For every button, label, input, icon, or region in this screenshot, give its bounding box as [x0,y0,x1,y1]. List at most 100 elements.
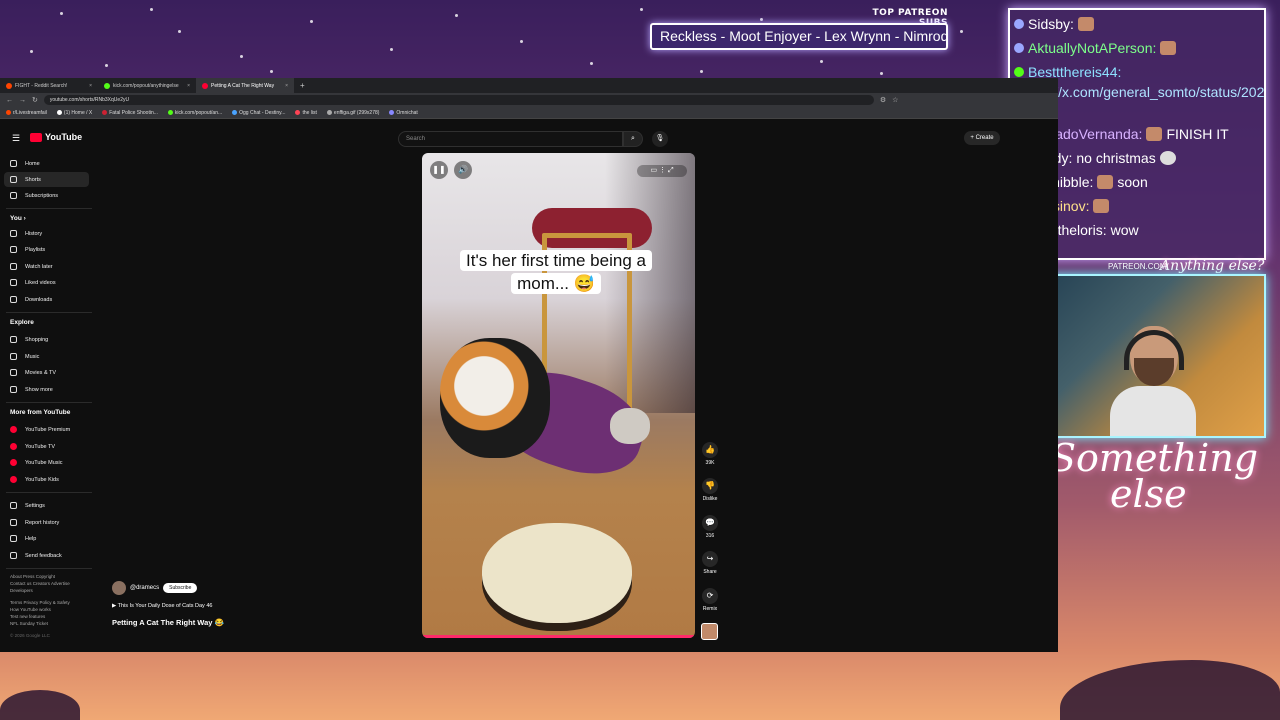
new-tab-button[interactable]: + [294,78,308,93]
comments-button[interactable]: 💬 316 [700,515,720,539]
footer-links[interactable]: Terms Privacy Policy & Safety [10,599,96,606]
menu-icon[interactable]: ☰ [12,133,20,144]
playlist-link[interactable]: ▶ This Is Your Daily Dose of Cats Day 46 [112,603,212,609]
sidebar-item-show-more[interactable]: Show more [4,382,89,397]
tab-label: FIGHT - Reddit Search! [15,82,68,89]
kick-icon [167,110,173,115]
channel-name[interactable]: @dramecs [130,585,159,591]
emote-icon [1159,151,1176,165]
video-options-icons[interactable]: ▭ ⋮ ⤢ [637,165,687,177]
footer-links[interactable]: About Press Copyright [10,573,96,580]
reddit-icon [6,82,12,89]
browser-tab[interactable]: FIGHT - Reddit Search! × [0,78,98,93]
sidebar-item-watch-later[interactable]: Watch later [4,259,89,274]
chat-text: FINISH IT [1166,126,1229,142]
brand-line: else [1110,472,1187,516]
like-count: 39K [705,460,715,466]
browser-tab-active[interactable]: Petting A Cat The Right Way × [196,78,294,93]
sidebar-item-kids[interactable]: YouTube Kids [4,472,89,487]
video-title[interactable]: Petting A Cat The Right Way 😂 [112,618,224,627]
sidebar-item-shorts[interactable]: Shorts [4,172,89,187]
bookmark[interactable]: (1) Home / X [56,110,92,116]
footer-links[interactable]: NFL Sunday Ticket [10,620,96,627]
forward-icon[interactable]: → [19,97,26,104]
star [455,14,458,17]
youtube-kids-icon [10,476,17,483]
sidebar-item-feedback[interactable]: Send feedback [4,548,89,563]
microphone-icon[interactable]: 🎙 [652,131,668,147]
playlists-icon [10,246,17,253]
remix-button[interactable]: ⟳ Remix [700,588,720,612]
shorts-video-player[interactable]: It's her first time being a mom... 😅 ❚❚ … [422,153,695,638]
sidebar-item-music[interactable]: Music [4,349,89,364]
sidebar-item-movies[interactable]: Movies & TV [4,365,89,380]
tab-label: Petting A Cat The Right Way [211,82,275,89]
star-icon[interactable]: ☆ [892,96,898,104]
bookmark-icon [295,110,301,115]
brand-line: Something [1050,436,1259,480]
bookmark[interactable]: Omnichat [389,110,418,116]
sidebar-item-music-app[interactable]: YouTube Music [4,455,89,470]
sidebar-item-help[interactable]: Help [4,531,89,546]
back-icon[interactable]: ← [6,97,13,104]
extension-icon[interactable]: ⚙ [880,96,886,104]
reload-icon[interactable]: ↻ [32,96,38,104]
search-icon[interactable]: ⌕ [623,131,643,147]
close-tab-icon[interactable]: × [285,83,288,89]
sidebar-item-history[interactable]: History [4,226,89,241]
share-button[interactable]: ↪ Share [700,551,720,575]
comment-icon: 💬 [702,515,718,531]
chat-text: no christmas [1076,150,1156,166]
tab-bar: FIGHT - Reddit Search! × kick.com/popout/… [0,78,1058,93]
chat-message: Sidsby: [1014,12,1260,36]
bookmark[interactable]: kick.com/popout/an... [167,110,222,116]
bookmark[interactable]: Ogg Chat - Destiny... [232,110,285,116]
volume-icon[interactable]: 🔊 [454,161,472,179]
sidebar-item-report-history[interactable]: Report history [4,515,89,530]
dislike-button[interactable]: 👎 Dislike [700,478,720,502]
thumbs-up-icon [10,279,17,286]
shorts-icon [10,176,17,183]
sidebar-item-liked-videos[interactable]: Liked videos [4,275,89,290]
footer-links[interactable]: Contact us Creators Advertise [10,580,96,587]
create-button[interactable]: + Create [964,131,1000,145]
avatar[interactable] [112,581,126,595]
sidebar-item-settings[interactable]: Settings [4,498,89,513]
clock-icon [10,263,17,270]
subscribe-button[interactable]: Subscribe [163,583,198,593]
sidebar-item-downloads[interactable]: Downloads [4,292,89,307]
bookmark[interactable]: the list [295,110,317,116]
sound-thumbnail[interactable] [701,623,718,640]
channel-info: @dramecs Subscribe [112,581,198,595]
badge-icon [1014,43,1024,53]
sidebar-section-you[interactable]: You › [10,215,26,222]
pause-icon[interactable]: ❚❚ [430,161,448,179]
bookmark[interactable]: r/Livestreamfail [6,110,47,116]
kitten [610,408,650,444]
bookmark[interactable]: Fatal Police Shootin... [102,110,158,116]
footer-links[interactable]: Test new features [10,613,96,620]
sidebar-item-subscriptions[interactable]: Subscriptions [4,188,89,203]
youtube-logo[interactable]: YouTube [30,132,82,142]
sidebar-item-home[interactable]: Home [4,156,89,171]
search-input[interactable]: Search [398,131,623,147]
video-progress-bar[interactable] [422,635,695,638]
browser-tab[interactable]: kick.com/popout/anythingelse × [98,78,196,93]
emote-icon [1160,41,1177,55]
close-tab-icon[interactable]: × [187,83,190,89]
sidebar-item-premium[interactable]: YouTube Premium [4,422,89,437]
sidebar-item-shopping[interactable]: Shopping [4,332,89,347]
close-tab-icon[interactable]: × [89,83,92,89]
footer-links[interactable]: Developers [10,587,96,594]
footer-links[interactable]: How YouTube works [10,606,96,613]
star [880,72,883,75]
sidebar-item-tv[interactable]: YouTube TV [4,439,89,454]
palm-silhouette [1060,660,1280,720]
calico-cat [440,338,550,458]
bookmark[interactable]: enffiga.gif (299x278) [326,110,379,116]
x-icon [56,110,62,115]
url-field[interactable]: youtube.com/shorts/RNb3XqUe2yU [43,95,874,105]
like-button[interactable]: 👍 39K [700,442,720,466]
sidebar-item-playlists[interactable]: Playlists [4,242,89,257]
star [760,18,763,21]
